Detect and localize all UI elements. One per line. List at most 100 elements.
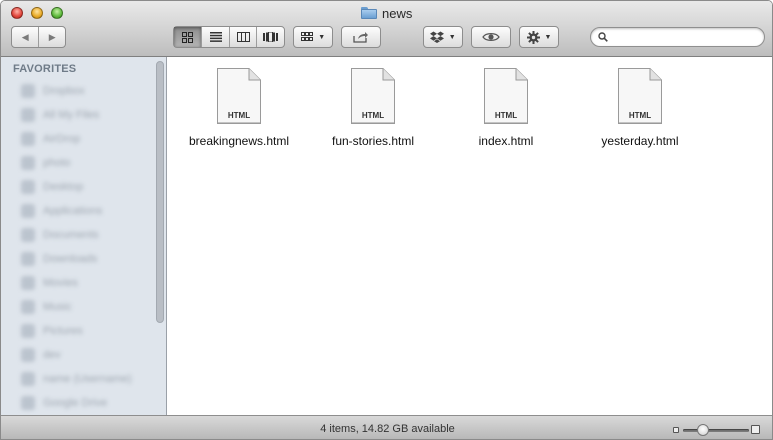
quick-look-button[interactable] xyxy=(471,26,511,48)
file-item[interactable]: HTML yesterday.html xyxy=(570,67,710,148)
file-name: breakingnews.html xyxy=(188,134,290,148)
window-title-text: news xyxy=(382,5,413,21)
desktop-icon xyxy=(21,180,35,194)
close-window-button[interactable] xyxy=(11,7,23,19)
file-item[interactable]: HTML breakingnews.html xyxy=(169,67,309,148)
forward-arrow-icon: ▶ xyxy=(48,31,56,42)
sidebar-item-label: Movies xyxy=(43,277,78,289)
icon-size-slider[interactable] xyxy=(673,424,760,436)
applications-icon xyxy=(21,204,35,218)
search-field[interactable] xyxy=(590,27,765,47)
gear-icon xyxy=(526,30,540,44)
sidebar-item-label: Music xyxy=(43,301,72,313)
sidebar-item-airdrop[interactable]: AirDrop xyxy=(1,127,153,151)
search-icon xyxy=(598,32,608,42)
sidebar-scroll-thumb[interactable] xyxy=(156,61,164,323)
sidebar-item-photo[interactable]: photo xyxy=(1,151,153,175)
all-files-icon xyxy=(21,108,35,122)
sidebar-item-all-my-files[interactable]: All My Files xyxy=(1,103,153,127)
dropbox-icon xyxy=(21,84,35,98)
html-document-icon: HTML xyxy=(617,67,663,125)
back-forward-control: ◀ ▶ xyxy=(11,26,66,48)
cover-flow-view-button[interactable] xyxy=(256,27,284,47)
file-name: fun-stories.html xyxy=(331,134,415,148)
movies-icon xyxy=(21,276,35,290)
documents-icon xyxy=(21,228,35,242)
arrange-menu-button[interactable]: ▼ xyxy=(293,26,333,48)
cover-flow-icon xyxy=(263,32,279,42)
sidebar-item-label: Downloads xyxy=(43,253,98,265)
large-icon-size-icon xyxy=(751,425,760,434)
folder-icon xyxy=(361,7,377,19)
minimize-window-button[interactable] xyxy=(31,7,43,19)
sidebar-item-label: Google Drive xyxy=(43,397,108,409)
status-text: 4 items, 14.82 GB available xyxy=(320,423,455,435)
sidebar-item-google-drive[interactable]: Google Drive xyxy=(1,391,153,415)
view-mode-control xyxy=(173,26,285,48)
sidebar-item-downloads[interactable]: Downloads xyxy=(1,247,153,271)
file-type-label: HTML xyxy=(227,111,251,120)
action-menu-button[interactable]: ▼ xyxy=(519,26,559,48)
file-item[interactable]: HTML index.html xyxy=(436,67,576,148)
sidebar-item-pictures[interactable]: Pictures xyxy=(1,319,153,343)
music-icon xyxy=(21,300,35,314)
sidebar-scrollbar[interactable] xyxy=(156,59,164,413)
toolbar: news ◀ ▶ ▼ ▼ ▼ xyxy=(1,1,772,57)
sidebar-item-documents[interactable]: Documents xyxy=(1,223,153,247)
icon-view-button[interactable] xyxy=(174,27,202,47)
html-document-icon: HTML xyxy=(483,67,529,125)
back-arrow-icon: ◀ xyxy=(21,31,29,42)
back-button[interactable]: ◀ xyxy=(12,27,38,47)
search-input[interactable] xyxy=(613,30,758,44)
chevron-down-icon: ▼ xyxy=(318,33,326,41)
home-folder-icon xyxy=(21,156,35,170)
google-drive-icon xyxy=(21,396,35,410)
arrange-icon xyxy=(300,32,313,41)
dropbox-icon xyxy=(430,31,445,43)
share-icon xyxy=(353,32,368,43)
sidebar-item-label: All My Files xyxy=(43,109,100,121)
sidebar-item-desktop[interactable]: Desktop xyxy=(1,175,153,199)
slider-knob[interactable] xyxy=(696,424,709,436)
folder-icon xyxy=(21,348,35,362)
finder-window: news ◀ ▶ ▼ ▼ ▼ FAVORITES Dropbox All My … xyxy=(0,0,773,440)
sidebar-item-music[interactable]: Music xyxy=(1,295,153,319)
airdrop-icon xyxy=(21,132,35,146)
sidebar-item-user[interactable]: name (Username) xyxy=(1,367,153,391)
sidebar-item-label: photo xyxy=(43,157,71,169)
window-title: news xyxy=(361,5,412,21)
downloads-icon xyxy=(21,252,35,266)
folder-icon xyxy=(21,372,35,386)
sidebar-item-dropbox[interactable]: Dropbox xyxy=(1,79,153,103)
column-view-icon xyxy=(236,32,250,42)
file-name: yesterday.html xyxy=(601,134,679,148)
file-item[interactable]: HTML fun-stories.html xyxy=(303,67,443,148)
sidebar-item-applications[interactable]: Applications xyxy=(1,199,153,223)
slider-track[interactable] xyxy=(683,429,749,432)
forward-button[interactable]: ▶ xyxy=(38,27,65,47)
sidebar-item-dev[interactable]: dev xyxy=(1,343,153,367)
file-type-label: HTML xyxy=(494,111,518,120)
file-browser-area[interactable]: HTML breakingnews.html HTML fun-stories.… xyxy=(168,57,772,415)
eye-icon xyxy=(482,33,500,41)
sidebar-item-label: Desktop xyxy=(43,181,84,193)
file-type-label: HTML xyxy=(361,111,385,120)
share-button[interactable] xyxy=(341,26,381,48)
file-type-label: HTML xyxy=(628,111,652,120)
list-view-button[interactable] xyxy=(201,27,229,47)
column-view-button[interactable] xyxy=(228,27,257,47)
dropbox-menu-button[interactable]: ▼ xyxy=(423,26,463,48)
sidebar: FAVORITES Dropbox All My Files AirDrop p… xyxy=(1,57,167,415)
pictures-icon xyxy=(21,324,35,338)
sidebar-heading-favorites: FAVORITES xyxy=(13,63,77,75)
small-icon-size-icon xyxy=(673,427,679,433)
zoom-window-button[interactable] xyxy=(51,7,63,19)
sidebar-item-label: AirDrop xyxy=(43,133,81,145)
sidebar-item-movies[interactable]: Movies xyxy=(1,271,153,295)
sidebar-item-label: Documents xyxy=(43,229,99,241)
html-document-icon: HTML xyxy=(350,67,396,125)
chevron-down-icon: ▼ xyxy=(448,33,456,41)
sidebar-favorites-list: Dropbox All My Files AirDrop photo Deskt… xyxy=(1,79,153,415)
chevron-down-icon: ▼ xyxy=(544,33,552,41)
sidebar-item-label: Dropbox xyxy=(43,85,85,97)
